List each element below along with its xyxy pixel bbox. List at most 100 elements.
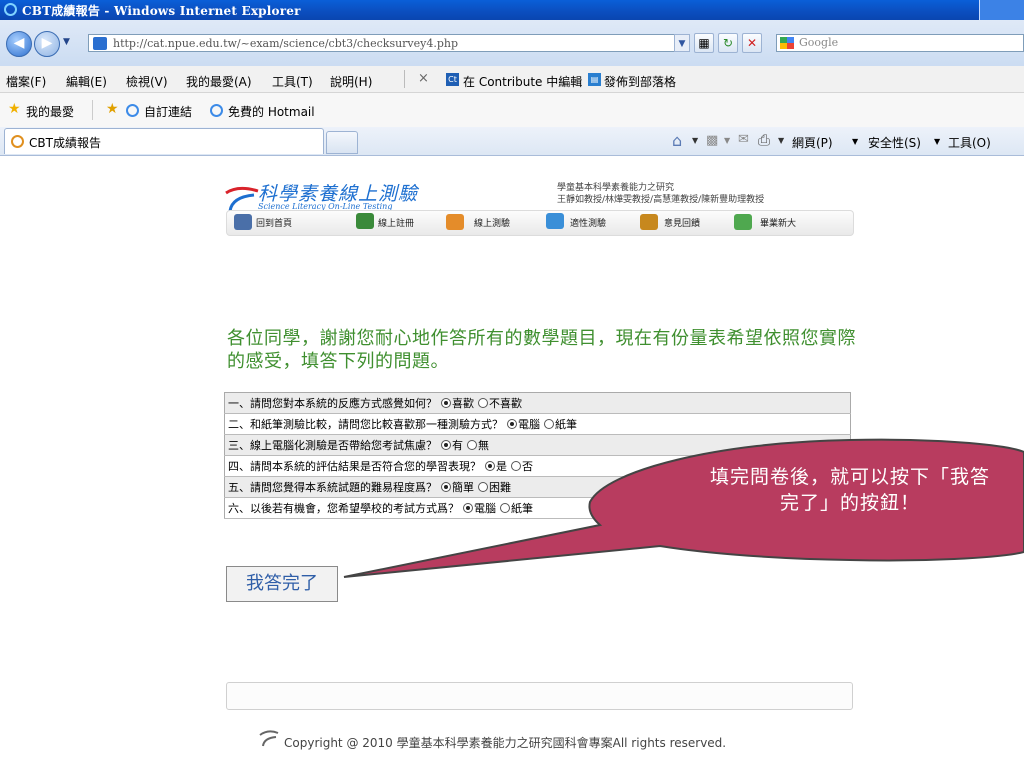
fav-link-hotmail[interactable]: 免費的 Hotmail <box>228 103 315 120</box>
radio-button[interactable] <box>441 440 451 450</box>
survey-option[interactable]: 電腦 <box>507 416 540 432</box>
radio-button[interactable] <box>441 398 451 408</box>
new-tab-button[interactable] <box>326 131 358 154</box>
menu-separator <box>404 70 405 88</box>
favorites-star-icon: ★ <box>8 101 21 117</box>
favorites-button[interactable]: 我的最愛 <box>26 103 74 120</box>
survey-option-label: 否 <box>522 460 533 473</box>
refresh-icon[interactable]: ↻ <box>718 33 738 53</box>
safety-dropdown-icon[interactable]: ▼ <box>934 137 940 146</box>
radio-button[interactable] <box>441 482 451 492</box>
survey-option-label: 困難 <box>489 481 511 494</box>
survey-option[interactable]: 不喜歡 <box>478 395 522 411</box>
print-icon[interactable]: ⎙ <box>758 131 770 149</box>
copyright-text: Copyright @ 2010 學童基本科學素養能力之研究國科會專案All r… <box>284 736 727 750</box>
feeds-dropdown-icon[interactable]: ▼ <box>724 136 730 145</box>
nav-feedback[interactable]: 意見回饋 <box>664 216 700 229</box>
survey-option-label: 電腦 <box>474 502 496 515</box>
page-menu-button[interactable]: 網頁(P) <box>792 134 833 151</box>
radio-button[interactable] <box>544 419 554 429</box>
survey-option[interactable]: 有 <box>441 437 463 453</box>
tab-cbt-report[interactable]: CBT成績報告 <box>4 128 324 154</box>
nav-adaptive-test[interactable]: 適性測驗 <box>570 216 606 229</box>
home-icon[interactable]: ⌂ <box>672 131 682 150</box>
mail-icon[interactable]: ✉ <box>738 132 749 147</box>
adaptive-nav-icon <box>546 213 564 229</box>
address-input[interactable]: http://cat.npue.edu.tw/~exam/science/cbt… <box>88 34 686 52</box>
menu-bar: 檔案(F) 編輯(E) 檢視(V) 我的最愛(A) 工具(T) 說明(H) × … <box>0 66 1024 93</box>
window-title: CBT成績報告 - Windows Internet Explorer <box>22 4 301 18</box>
fav-link-custom[interactable]: 自訂連結 <box>144 103 192 120</box>
survey-question: 五、請問您覺得本系統試題的難易程度爲？ <box>228 481 437 494</box>
test-nav-icon <box>446 214 464 230</box>
feeds-icon[interactable]: ▩ <box>706 133 718 148</box>
favorites-bar: ★ 我的最愛 ★ 自訂連結 免費的 Hotmail <box>0 93 1024 127</box>
survey-option[interactable]: 是 <box>485 458 507 474</box>
ie-link-icon <box>126 104 139 117</box>
tools-menu-button[interactable]: 工具(O) <box>948 134 991 151</box>
register-nav-icon <box>356 213 374 229</box>
home-dropdown-icon[interactable]: ▼ <box>692 136 698 145</box>
back-button[interactable]: ◀ <box>6 31 32 57</box>
page-dropdown-icon[interactable]: ▼ <box>852 137 858 146</box>
nav-online-test[interactable]: 線上測驗 <box>474 216 510 229</box>
menu-help[interactable]: 說明(H) <box>330 73 372 90</box>
survey-option[interactable]: 困難 <box>478 479 511 495</box>
contribute-close-icon[interactable]: × <box>418 71 429 86</box>
survey-option-label: 有 <box>452 439 463 452</box>
radio-button[interactable] <box>511 461 521 471</box>
feedback-nav-icon <box>640 214 658 230</box>
survey-option-label: 簡單 <box>452 481 474 494</box>
survey-option[interactable]: 喜歡 <box>441 395 474 411</box>
survey-option[interactable]: 紙筆 <box>544 416 577 432</box>
contribute-icon: Ct <box>446 73 459 86</box>
survey-option[interactable]: 否 <box>511 458 533 474</box>
callout-text: 填完問卷後，就可以按下「我答 完了」的按鈕！ <box>650 464 1024 516</box>
address-text: http://cat.npue.edu.tw/~exam/science/cbt… <box>113 37 459 50</box>
survey-option[interactable]: 簡單 <box>441 479 474 495</box>
site-credits: 學童基本科學素養能力之研究 王靜如教授/林燁雯教授/高慧蓮教授/陳新豐助理教授 <box>557 182 764 206</box>
address-dropdown-button[interactable]: ▼ <box>674 34 690 52</box>
google-icon <box>780 37 794 49</box>
survey-question: 三、線上電腦化測驗是否帶給您考試焦慮？ <box>228 439 437 452</box>
callout-line-2: 完了」的按鈕！ <box>779 492 920 514</box>
menu-edit[interactable]: 編輯(E) <box>66 73 107 90</box>
survey-question: 二、和紙筆測驗比較，請問您比較喜歡那一種測驗方式？ <box>228 418 503 431</box>
menu-favorites[interactable]: 我的最愛(A) <box>186 73 252 90</box>
radio-button[interactable] <box>478 398 488 408</box>
footer-box <box>226 682 853 710</box>
safety-menu-button[interactable]: 安全性(S) <box>868 134 921 151</box>
radio-button[interactable] <box>485 461 495 471</box>
survey-option[interactable]: 電腦 <box>463 500 496 516</box>
window-controls[interactable] <box>979 0 1024 20</box>
history-dropdown-icon[interactable]: ▼ <box>63 37 70 47</box>
menu-view[interactable]: 檢視(V) <box>126 73 168 90</box>
compatibility-icon[interactable]: ▦ <box>694 33 714 53</box>
radio-button[interactable] <box>478 482 488 492</box>
survey-option-label: 喜歡 <box>452 397 474 410</box>
nav-graduate[interactable]: 畢業新大 <box>760 216 796 229</box>
ie-logo-icon <box>4 3 17 16</box>
nav-home[interactable]: 回到首頁 <box>256 216 292 229</box>
radio-button[interactable] <box>500 503 510 513</box>
radio-button[interactable] <box>463 503 473 513</box>
menu-tools[interactable]: 工具(T) <box>272 73 313 90</box>
graduate-nav-icon <box>734 214 752 230</box>
submit-button[interactable]: 我答完了 <box>226 566 338 602</box>
contribute-edit-button[interactable]: 在 Contribute 中編輯 <box>463 73 582 90</box>
add-favorites-icon[interactable]: ★ <box>106 101 119 117</box>
print-dropdown-icon[interactable]: ▼ <box>778 136 784 145</box>
survey-option[interactable]: 無 <box>467 437 489 453</box>
publish-blog-button[interactable]: 發佈到部落格 <box>604 73 676 90</box>
nav-register[interactable]: 線上註冊 <box>378 216 414 229</box>
stop-icon[interactable]: ✕ <box>742 33 762 53</box>
survey-question: 六、以後若有機會，您希望學校的考試方式爲？ <box>228 502 459 515</box>
callout-line-1: 填完問卷後，就可以按下「我答 <box>709 466 990 488</box>
radio-button[interactable] <box>507 419 517 429</box>
forward-button[interactable]: ▶ <box>34 31 60 57</box>
survey-row: 一、請問您對本系統的反應方式感覺如何？ 喜歡 不喜歡 <box>224 392 851 414</box>
survey-option[interactable]: 紙筆 <box>500 500 533 516</box>
menu-file[interactable]: 檔案(F) <box>6 73 46 90</box>
radio-button[interactable] <box>467 440 477 450</box>
search-input[interactable]: Google <box>776 34 1024 52</box>
